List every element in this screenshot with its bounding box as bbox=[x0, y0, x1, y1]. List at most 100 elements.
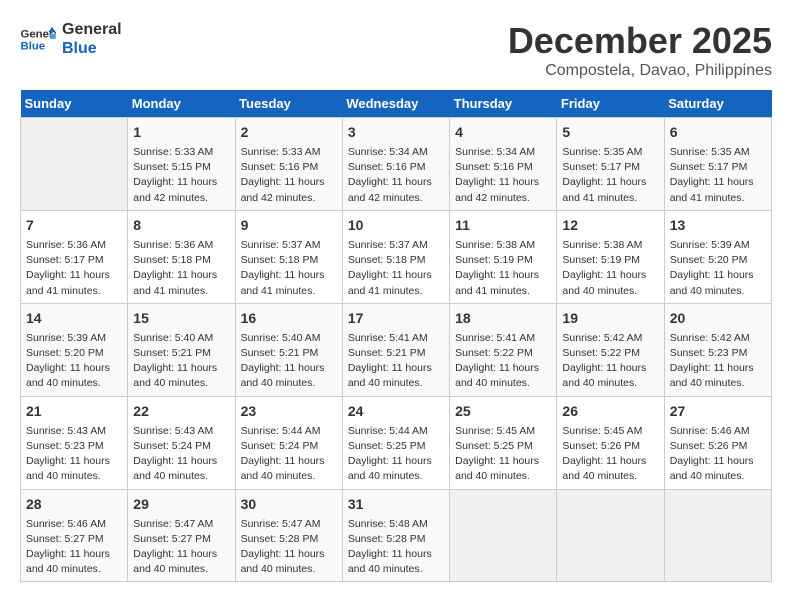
calendar-table: SundayMondayTuesdayWednesdayThursdayFrid… bbox=[20, 90, 772, 582]
day-cell bbox=[557, 489, 664, 582]
day-info: Sunrise: 5:39 AMSunset: 5:20 PMDaylight:… bbox=[26, 331, 122, 392]
day-number: 19 bbox=[562, 308, 658, 329]
day-info: Sunrise: 5:36 AMSunset: 5:18 PMDaylight:… bbox=[133, 238, 229, 299]
day-info: Sunrise: 5:44 AMSunset: 5:24 PMDaylight:… bbox=[241, 424, 337, 485]
day-cell: 20Sunrise: 5:42 AMSunset: 5:23 PMDayligh… bbox=[664, 303, 771, 396]
day-number: 8 bbox=[133, 215, 229, 236]
day-number: 10 bbox=[348, 215, 444, 236]
day-cell: 4Sunrise: 5:34 AMSunset: 5:16 PMDaylight… bbox=[450, 118, 557, 211]
week-row-5: 28Sunrise: 5:46 AMSunset: 5:27 PMDayligh… bbox=[21, 489, 772, 582]
day-number: 30 bbox=[241, 494, 337, 515]
day-cell: 23Sunrise: 5:44 AMSunset: 5:24 PMDayligh… bbox=[235, 396, 342, 489]
day-cell: 17Sunrise: 5:41 AMSunset: 5:21 PMDayligh… bbox=[342, 303, 449, 396]
day-info: Sunrise: 5:43 AMSunset: 5:23 PMDaylight:… bbox=[26, 424, 122, 485]
day-number: 2 bbox=[241, 122, 337, 143]
day-number: 7 bbox=[26, 215, 122, 236]
day-info: Sunrise: 5:43 AMSunset: 5:24 PMDaylight:… bbox=[133, 424, 229, 485]
day-cell: 6Sunrise: 5:35 AMSunset: 5:17 PMDaylight… bbox=[664, 118, 771, 211]
day-number: 14 bbox=[26, 308, 122, 329]
location-title: Compostela, Davao, Philippines bbox=[508, 62, 772, 80]
header-day-monday: Monday bbox=[128, 90, 235, 118]
day-info: Sunrise: 5:48 AMSunset: 5:28 PMDaylight:… bbox=[348, 517, 444, 578]
header-day-sunday: Sunday bbox=[21, 90, 128, 118]
day-cell: 28Sunrise: 5:46 AMSunset: 5:27 PMDayligh… bbox=[21, 489, 128, 582]
day-info: Sunrise: 5:40 AMSunset: 5:21 PMDaylight:… bbox=[241, 331, 337, 392]
day-number: 26 bbox=[562, 401, 658, 422]
svg-text:Blue: Blue bbox=[21, 41, 46, 53]
day-info: Sunrise: 5:42 AMSunset: 5:22 PMDaylight:… bbox=[562, 331, 658, 392]
month-title: December 2025 bbox=[508, 20, 772, 62]
day-info: Sunrise: 5:36 AMSunset: 5:17 PMDaylight:… bbox=[26, 238, 122, 299]
logo-blue: Blue bbox=[62, 39, 122, 58]
day-number: 16 bbox=[241, 308, 337, 329]
day-cell: 10Sunrise: 5:37 AMSunset: 5:18 PMDayligh… bbox=[342, 210, 449, 303]
day-number: 21 bbox=[26, 401, 122, 422]
day-info: Sunrise: 5:37 AMSunset: 5:18 PMDaylight:… bbox=[348, 238, 444, 299]
week-row-4: 21Sunrise: 5:43 AMSunset: 5:23 PMDayligh… bbox=[21, 396, 772, 489]
day-number: 27 bbox=[670, 401, 766, 422]
day-number: 22 bbox=[133, 401, 229, 422]
day-cell: 27Sunrise: 5:46 AMSunset: 5:26 PMDayligh… bbox=[664, 396, 771, 489]
title-block: December 2025 Compostela, Davao, Philipp… bbox=[508, 20, 772, 80]
day-info: Sunrise: 5:45 AMSunset: 5:25 PMDaylight:… bbox=[455, 424, 551, 485]
calendar-header-row: SundayMondayTuesdayWednesdayThursdayFrid… bbox=[21, 90, 772, 118]
day-info: Sunrise: 5:45 AMSunset: 5:26 PMDaylight:… bbox=[562, 424, 658, 485]
day-number: 18 bbox=[455, 308, 551, 329]
header: General Blue General Blue December 2025 … bbox=[20, 20, 772, 80]
day-number: 23 bbox=[241, 401, 337, 422]
day-info: Sunrise: 5:47 AMSunset: 5:27 PMDaylight:… bbox=[133, 517, 229, 578]
day-number: 13 bbox=[670, 215, 766, 236]
header-day-tuesday: Tuesday bbox=[235, 90, 342, 118]
day-cell: 29Sunrise: 5:47 AMSunset: 5:27 PMDayligh… bbox=[128, 489, 235, 582]
day-info: Sunrise: 5:41 AMSunset: 5:21 PMDaylight:… bbox=[348, 331, 444, 392]
day-cell: 24Sunrise: 5:44 AMSunset: 5:25 PMDayligh… bbox=[342, 396, 449, 489]
day-cell: 22Sunrise: 5:43 AMSunset: 5:24 PMDayligh… bbox=[128, 396, 235, 489]
day-cell: 21Sunrise: 5:43 AMSunset: 5:23 PMDayligh… bbox=[21, 396, 128, 489]
day-cell: 12Sunrise: 5:38 AMSunset: 5:19 PMDayligh… bbox=[557, 210, 664, 303]
day-info: Sunrise: 5:38 AMSunset: 5:19 PMDaylight:… bbox=[562, 238, 658, 299]
day-cell: 19Sunrise: 5:42 AMSunset: 5:22 PMDayligh… bbox=[557, 303, 664, 396]
day-number: 17 bbox=[348, 308, 444, 329]
day-cell bbox=[21, 118, 128, 211]
day-cell: 5Sunrise: 5:35 AMSunset: 5:17 PMDaylight… bbox=[557, 118, 664, 211]
day-cell: 30Sunrise: 5:47 AMSunset: 5:28 PMDayligh… bbox=[235, 489, 342, 582]
day-cell: 25Sunrise: 5:45 AMSunset: 5:25 PMDayligh… bbox=[450, 396, 557, 489]
day-cell: 11Sunrise: 5:38 AMSunset: 5:19 PMDayligh… bbox=[450, 210, 557, 303]
day-number: 29 bbox=[133, 494, 229, 515]
logo-general: General bbox=[62, 20, 122, 39]
logo: General Blue General Blue bbox=[20, 20, 122, 58]
day-number: 24 bbox=[348, 401, 444, 422]
day-info: Sunrise: 5:35 AMSunset: 5:17 PMDaylight:… bbox=[670, 145, 766, 206]
day-info: Sunrise: 5:33 AMSunset: 5:15 PMDaylight:… bbox=[133, 145, 229, 206]
day-info: Sunrise: 5:47 AMSunset: 5:28 PMDaylight:… bbox=[241, 517, 337, 578]
day-cell: 16Sunrise: 5:40 AMSunset: 5:21 PMDayligh… bbox=[235, 303, 342, 396]
day-number: 1 bbox=[133, 122, 229, 143]
day-number: 4 bbox=[455, 122, 551, 143]
day-cell: 8Sunrise: 5:36 AMSunset: 5:18 PMDaylight… bbox=[128, 210, 235, 303]
day-info: Sunrise: 5:34 AMSunset: 5:16 PMDaylight:… bbox=[348, 145, 444, 206]
day-info: Sunrise: 5:44 AMSunset: 5:25 PMDaylight:… bbox=[348, 424, 444, 485]
day-info: Sunrise: 5:39 AMSunset: 5:20 PMDaylight:… bbox=[670, 238, 766, 299]
day-cell bbox=[450, 489, 557, 582]
day-cell: 15Sunrise: 5:40 AMSunset: 5:21 PMDayligh… bbox=[128, 303, 235, 396]
header-day-friday: Friday bbox=[557, 90, 664, 118]
day-number: 15 bbox=[133, 308, 229, 329]
day-info: Sunrise: 5:46 AMSunset: 5:27 PMDaylight:… bbox=[26, 517, 122, 578]
day-cell: 1Sunrise: 5:33 AMSunset: 5:15 PMDaylight… bbox=[128, 118, 235, 211]
day-info: Sunrise: 5:33 AMSunset: 5:16 PMDaylight:… bbox=[241, 145, 337, 206]
day-cell bbox=[664, 489, 771, 582]
header-day-thursday: Thursday bbox=[450, 90, 557, 118]
day-number: 31 bbox=[348, 494, 444, 515]
day-cell: 31Sunrise: 5:48 AMSunset: 5:28 PMDayligh… bbox=[342, 489, 449, 582]
day-cell: 13Sunrise: 5:39 AMSunset: 5:20 PMDayligh… bbox=[664, 210, 771, 303]
day-info: Sunrise: 5:46 AMSunset: 5:26 PMDaylight:… bbox=[670, 424, 766, 485]
day-number: 9 bbox=[241, 215, 337, 236]
day-number: 5 bbox=[562, 122, 658, 143]
day-info: Sunrise: 5:34 AMSunset: 5:16 PMDaylight:… bbox=[455, 145, 551, 206]
day-cell: 2Sunrise: 5:33 AMSunset: 5:16 PMDaylight… bbox=[235, 118, 342, 211]
day-info: Sunrise: 5:42 AMSunset: 5:23 PMDaylight:… bbox=[670, 331, 766, 392]
day-cell: 7Sunrise: 5:36 AMSunset: 5:17 PMDaylight… bbox=[21, 210, 128, 303]
day-info: Sunrise: 5:41 AMSunset: 5:22 PMDaylight:… bbox=[455, 331, 551, 392]
day-cell: 26Sunrise: 5:45 AMSunset: 5:26 PMDayligh… bbox=[557, 396, 664, 489]
day-number: 20 bbox=[670, 308, 766, 329]
